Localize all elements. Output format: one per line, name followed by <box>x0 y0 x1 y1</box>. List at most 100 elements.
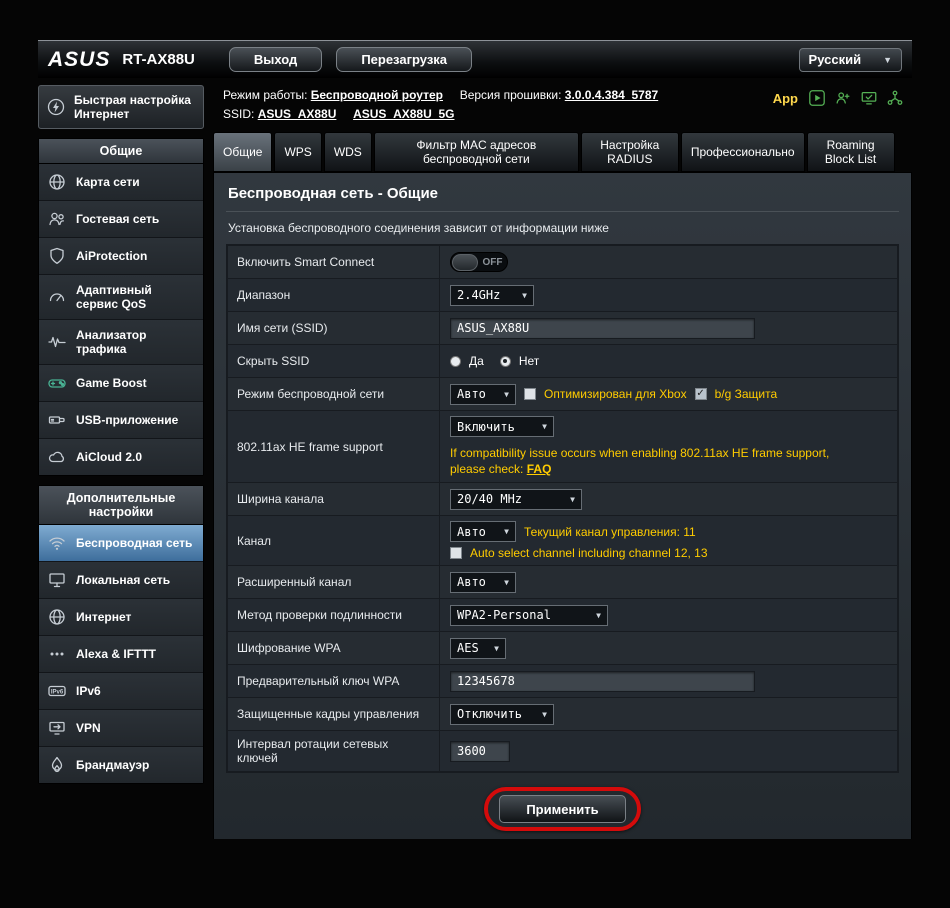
auto-select-channel-checkbox[interactable] <box>450 547 462 560</box>
ssid-line: SSID: ASUS_AX88U ASUS_AX88U_5G <box>223 105 658 124</box>
sidebar-item-wan[interactable]: Интернет <box>39 599 203 636</box>
language-select[interactable]: Русский ▼ <box>798 47 902 72</box>
wireless-mode-select[interactable]: Авто ▼ <box>450 383 516 405</box>
tab-professional[interactable]: Профессионально <box>680 132 805 172</box>
waveform-icon <box>48 336 66 348</box>
sidebar-item-label: Быстрая настройка Интернет <box>74 93 191 121</box>
apply-row: Применить <box>226 773 899 832</box>
bg-protection-checkbox[interactable] <box>694 388 707 400</box>
sidebar-item-label: Брандмауэр <box>76 758 150 772</box>
language-label: Русский <box>808 52 862 67</box>
app-label: App <box>772 90 798 106</box>
select-value: 2.4GHz <box>457 288 501 302</box>
tab-general[interactable]: Общие <box>213 132 273 172</box>
wpa-key-input[interactable] <box>450 670 755 692</box>
field-label: Интервал ротации сетевых ключей <box>228 731 440 772</box>
sidebar-item-ipv6[interactable]: IPv6 IPv6 <box>39 673 203 710</box>
sidebar-item-aiprotection[interactable]: AiProtection <box>39 238 203 275</box>
select-value: Включить <box>457 419 515 434</box>
channel-width-select[interactable]: 20/40 MHz ▼ <box>450 488 582 510</box>
tab-wps[interactable]: WPS <box>274 132 322 172</box>
ssid-link-24[interactable]: ASUS_AX88U <box>258 107 337 121</box>
row-he-frame: 802.11ax HE frame support Включить ▼ If … <box>228 411 897 484</box>
clients-icon[interactable] <box>834 89 852 107</box>
vpn-icon <box>49 721 65 735</box>
sidebar-item-guest-network[interactable]: Гостевая сеть <box>39 201 203 238</box>
ssid-link-5g[interactable]: ASUS_AX88U_5G <box>353 107 454 121</box>
auth-method-select[interactable]: WPA2-Personal ▼ <box>450 604 608 626</box>
logout-button[interactable]: Выход <box>228 47 323 72</box>
sidebar-item-network-map[interactable]: Карта сети <box>39 164 203 201</box>
sidebar-item-qos[interactable]: Адаптивный сервис QoS <box>39 275 203 320</box>
extension-channel-select[interactable]: Авто ▼ <box>450 571 516 593</box>
sidebar-item-wireless[interactable]: Беспроводная сеть <box>39 525 203 562</box>
xbox-optimized-label: Оптимизирован для Xbox <box>544 387 687 401</box>
field-label: Расширенный канал <box>228 566 440 599</box>
row-extension-channel: Расширенный канал Авто ▼ <box>228 566 897 600</box>
select-value: 20/40 MHz <box>457 492 523 507</box>
dots-icon <box>50 652 64 656</box>
sidebar-item-alexa-ifttt[interactable]: Alexa & IFTTT <box>39 636 203 673</box>
sidebar-item-usb-application[interactable]: USB-приложение <box>39 402 203 439</box>
hide-ssid-yes-radio[interactable] <box>450 355 461 367</box>
monitor-icon <box>49 573 65 588</box>
tab-roaming-block-list[interactable]: Roaming Block List <box>806 132 895 172</box>
chevron-down-icon: ▼ <box>883 54 892 65</box>
row-hide-ssid: Скрыть SSID Да Нет <box>228 345 897 378</box>
he-frame-select[interactable]: Включить ▼ <box>450 416 554 437</box>
app-play-icon[interactable] <box>808 89 826 107</box>
select-value: Авто <box>457 524 486 539</box>
faq-link[interactable]: FAQ <box>527 462 552 476</box>
wpa-encryption-select[interactable]: AES ▼ <box>450 637 506 659</box>
field-label: 802.11ax HE frame support <box>228 411 440 483</box>
hide-ssid-no-radio[interactable] <box>499 355 511 367</box>
sidebar-item-firewall[interactable]: Брандмауэр <box>39 747 203 783</box>
field-label: Защищенные кадры управления <box>228 698 440 731</box>
tab-mac-filter[interactable]: Фильтр MAC адресов беспроводной сети <box>373 132 579 172</box>
row-smart-connect: Включить Smart Connect OFF <box>228 246 897 279</box>
sidebar-item-traffic-analyzer[interactable]: Анализатор трафика <box>39 320 203 365</box>
top-bar: ASUS RT-AX88U Выход Перезагрузка Русский… <box>38 40 912 78</box>
current-channel-hint: Текущий канал управления: 11 <box>524 524 696 539</box>
mode-label: Режим работы: <box>223 88 308 102</box>
mode-link[interactable]: Беспроводной роутер <box>311 88 443 102</box>
flame-icon <box>51 756 63 773</box>
sidebar-item-label: AiProtection <box>76 249 148 263</box>
chevron-down-icon: ▼ <box>494 643 499 653</box>
field-label: Шифрование WPA <box>228 632 440 665</box>
usb-icon <box>48 416 65 424</box>
tab-wds[interactable]: WDS <box>323 132 372 172</box>
reboot-button[interactable]: Перезагрузка <box>336 47 473 72</box>
row-key-rotation: Интервал ротации сетевых ключей <box>228 731 897 772</box>
sidebar-item-lan[interactable]: Локальная сеть <box>39 562 203 599</box>
firmware-link[interactable]: 3.0.0.4.384_5787 <box>565 88 658 102</box>
auto-select-channel-label: Auto select channel including channel 12… <box>470 546 708 561</box>
band-select[interactable]: 2.4GHz ▼ <box>450 284 534 306</box>
screen-share-icon[interactable] <box>860 89 878 107</box>
select-value: AES <box>457 641 479 656</box>
radio-label-no: Нет <box>518 354 540 368</box>
bg-protection-label: b/g Защита <box>714 387 778 401</box>
ipv6-icon: IPv6 <box>48 685 66 697</box>
ssid-input[interactable] <box>450 317 755 339</box>
network-tree-icon[interactable] <box>886 89 904 107</box>
sidebar-item-aicloud[interactable]: AiCloud 2.0 <box>39 439 203 475</box>
shield-icon <box>50 247 64 264</box>
smart-connect-toggle[interactable]: OFF <box>450 252 508 272</box>
sidebar-item-label: VPN <box>76 721 101 735</box>
tab-radius[interactable]: Настройка RADIUS <box>580 132 679 172</box>
sidebar-item-vpn[interactable]: VPN <box>39 710 203 747</box>
apply-button[interactable]: Применить <box>499 795 626 824</box>
sidebar-item-label: IPv6 <box>76 684 101 698</box>
sidebar-item-quick-setup[interactable]: Быстрая настройка Интернет <box>38 85 204 129</box>
chevron-down-icon: ▼ <box>542 709 547 719</box>
key-rotation-input[interactable] <box>450 740 510 762</box>
protected-frames-select[interactable]: Отключить ▼ <box>450 703 554 725</box>
gamepad-icon <box>48 379 66 388</box>
xbox-optimized-checkbox[interactable] <box>524 388 536 400</box>
field-label: Имя сети (SSID) <box>228 312 440 344</box>
sidebar-item-game-boost[interactable]: Game Boost <box>39 365 203 402</box>
channel-select[interactable]: Авто ▼ <box>450 521 516 543</box>
sidebar-group-general: Общие Карта сети Гостевая сеть AiProtect… <box>38 138 204 476</box>
operation-mode-line: Режим работы: Беспроводной роутер Версия… <box>223 86 658 105</box>
